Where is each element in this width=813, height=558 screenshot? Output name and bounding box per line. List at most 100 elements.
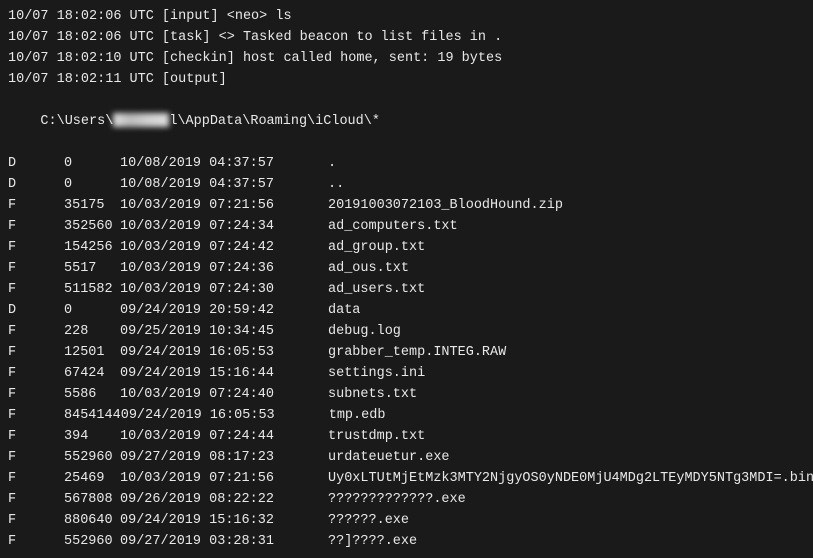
entry-pad xyxy=(288,384,328,405)
entry-date: 09/27/2019 03:28:31 xyxy=(120,531,288,552)
entry-date: 10/03/2019 07:24:34 xyxy=(120,216,288,237)
entry-type: F xyxy=(8,510,64,531)
entry-name: ??]????.exe xyxy=(328,531,805,552)
entry-pad xyxy=(288,510,328,531)
entry-pad xyxy=(288,468,328,489)
entry-pad xyxy=(288,531,328,552)
entry-type: F xyxy=(8,363,64,384)
entry-date: 09/24/2019 15:16:32 xyxy=(120,510,288,531)
entry-size: 35175 xyxy=(64,195,120,216)
entry-name: subnets.txt xyxy=(328,384,805,405)
entry-type: F xyxy=(8,195,64,216)
entry-name: Uy0xLTUtMjEtMzk3MTY2NjgyOS0yNDE0MjU4MDg2… xyxy=(328,468,813,489)
listing-row: F845414409/24/2019 16:05:53tmp.edb xyxy=(8,405,805,426)
entry-pad xyxy=(288,195,328,216)
entry-pad xyxy=(288,237,328,258)
entry-size: 5586 xyxy=(64,384,120,405)
entry-date: 10/03/2019 07:21:56 xyxy=(120,195,288,216)
entry-name: 20191003072103_BloodHound.zip xyxy=(328,195,805,216)
entry-size: 552960 xyxy=(64,531,120,552)
entry-date: 09/24/2019 16:05:53 xyxy=(120,342,288,363)
entry-size: 0 xyxy=(64,153,120,174)
entry-type: F xyxy=(8,426,64,447)
entry-date: 10/03/2019 07:24:36 xyxy=(120,258,288,279)
redacted-username xyxy=(113,113,169,127)
entry-name: ad_users.txt xyxy=(328,279,805,300)
entry-date: 10/08/2019 04:37:57 xyxy=(120,153,288,174)
entry-size: 5517 xyxy=(64,258,120,279)
listing-row: F15425610/03/2019 07:24:42ad_group.txt xyxy=(8,237,805,258)
listing-row: D010/08/2019 04:37:57.. xyxy=(8,174,805,195)
entry-pad xyxy=(288,342,328,363)
entry-name: ad_group.txt xyxy=(328,237,805,258)
listing-row: D009/24/2019 20:59:42data xyxy=(8,300,805,321)
entry-type: F xyxy=(8,447,64,468)
entry-type: F xyxy=(8,468,64,489)
entry-date: 09/25/2019 10:34:45 xyxy=(120,321,288,342)
entry-size: 567808 xyxy=(64,489,120,510)
entry-pad xyxy=(288,153,328,174)
path-suffix: l\AppData\Roaming\iCloud\* xyxy=(169,114,380,129)
entry-date: 09/24/2019 15:16:44 xyxy=(120,363,288,384)
entry-type: F xyxy=(8,237,64,258)
entry-size: 880640 xyxy=(64,510,120,531)
entry-size: 0 xyxy=(64,300,120,321)
entry-pad xyxy=(288,426,328,447)
entry-name: urdateuetur.exe xyxy=(328,447,805,468)
entry-size: 12501 xyxy=(64,342,120,363)
log-line: 10/07 18:02:10 UTC [checkin] host called… xyxy=(8,48,805,69)
entry-date: 09/26/2019 08:22:22 xyxy=(120,489,288,510)
entry-type: F xyxy=(8,216,64,237)
entry-size: 25469 xyxy=(64,468,120,489)
entry-name: trustdmp.txt xyxy=(328,426,805,447)
entry-date: 10/03/2019 07:24:30 xyxy=(120,279,288,300)
entry-type: F xyxy=(8,531,64,552)
entry-name: debug.log xyxy=(328,321,805,342)
entry-name: ad_ous.txt xyxy=(328,258,805,279)
entry-name: ad_computers.txt xyxy=(328,216,805,237)
entry-size: 228 xyxy=(64,321,120,342)
log-line: 10/07 18:02:06 UTC [task] <> Tasked beac… xyxy=(8,27,805,48)
path-line: C:\Users\ l\AppData\Roaming\iCloud\* xyxy=(8,90,805,153)
listing-row: F1250109/24/2019 16:05:53grabber_temp.IN… xyxy=(8,342,805,363)
listing-row: F88064009/24/2019 15:16:32 ??????.exe xyxy=(8,510,805,531)
entry-name: ??????.exe xyxy=(328,510,805,531)
entry-pad xyxy=(289,405,329,426)
entry-name: .. xyxy=(328,174,805,195)
listing-row: F56780809/26/2019 08:22:22?????????????.… xyxy=(8,489,805,510)
entry-name: settings.ini xyxy=(328,363,805,384)
entry-size: 154256 xyxy=(64,237,120,258)
log-line: 10/07 18:02:06 UTC [input] <neo> ls xyxy=(8,6,805,27)
entry-name: tmp.edb xyxy=(329,405,805,426)
entry-date: 10/08/2019 04:37:57 xyxy=(120,174,288,195)
listing-row: F55296009/27/2019 08:17:23 urdateuetur.ex… xyxy=(8,447,805,468)
entry-size: 511582 xyxy=(64,279,120,300)
entry-type: F xyxy=(8,321,64,342)
entry-pad xyxy=(288,363,328,384)
entry-date: 10/03/2019 07:21:56 xyxy=(120,468,288,489)
listing-row: F3517510/03/2019 07:21:56 20191003072103_… xyxy=(8,195,805,216)
listing-row: F2546910/03/2019 07:21:56Uy0xLTUtMjEtMzk… xyxy=(8,468,805,489)
entry-date: 10/03/2019 07:24:44 xyxy=(120,426,288,447)
entry-date: 09/27/2019 08:17:23 xyxy=(120,447,288,468)
entry-type: D xyxy=(8,174,64,195)
entry-type: D xyxy=(8,153,64,174)
entry-pad xyxy=(288,321,328,342)
entry-name: grabber_temp.INTEG.RAW xyxy=(328,342,805,363)
entry-name: . xyxy=(328,153,805,174)
listing-row: F558610/03/2019 07:24:40subnets.txt xyxy=(8,384,805,405)
entry-size: 8454144 xyxy=(64,405,121,426)
entry-date: 09/24/2019 16:05:53 xyxy=(121,405,289,426)
entry-pad xyxy=(288,300,328,321)
entry-name: ?????????????.exe xyxy=(328,489,805,510)
entry-size: 552960 xyxy=(64,447,120,468)
path-prefix: C:\Users\ xyxy=(40,114,113,129)
terminal-output: 10/07 18:02:06 UTC [input] <neo> ls10/07… xyxy=(0,0,813,558)
entry-pad xyxy=(288,279,328,300)
entry-pad xyxy=(288,174,328,195)
listing-row: F6742409/24/2019 15:16:44settings.ini xyxy=(8,363,805,384)
log-lines: 10/07 18:02:06 UTC [input] <neo> ls10/07… xyxy=(8,6,805,90)
entry-type: F xyxy=(8,489,64,510)
listing-row: F51158210/03/2019 07:24:30ad_users.txt xyxy=(8,279,805,300)
entry-pad xyxy=(288,447,328,468)
